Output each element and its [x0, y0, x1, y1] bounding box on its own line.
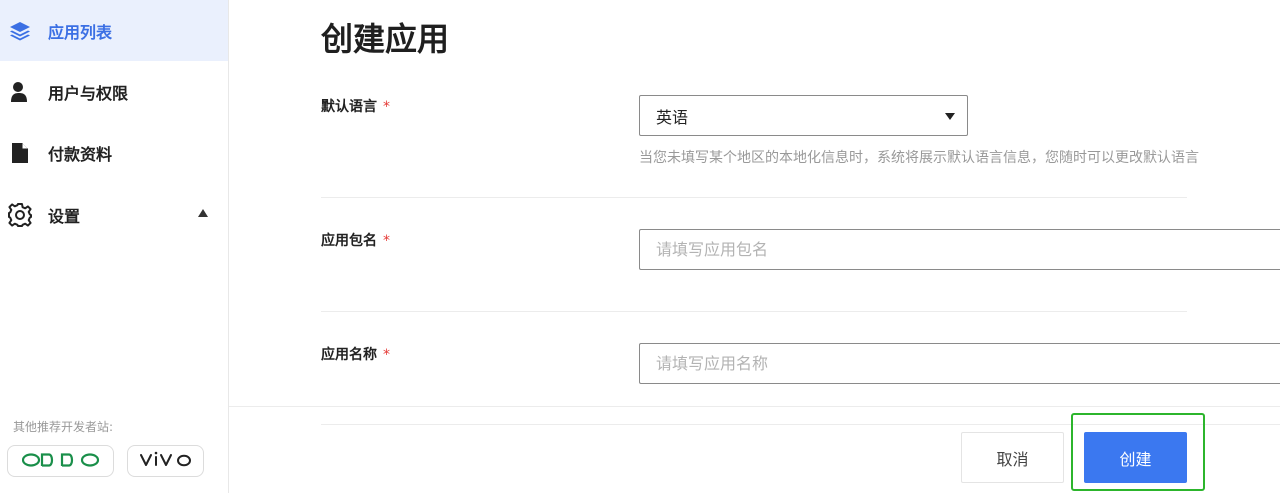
- sidebar-item-label: 付款资料: [48, 144, 113, 164]
- oppo-link-button[interactable]: [7, 445, 114, 477]
- default-language-label: 默认语言 *: [321, 99, 390, 115]
- sidebar-item-label: 用户与权限: [48, 83, 129, 103]
- sidebar-item-settings[interactable]: 设置: [0, 184, 228, 245]
- sidebar-item-label: 应用列表: [48, 22, 113, 42]
- sidebar-item-label: 设置: [48, 206, 81, 226]
- default-language-select[interactable]: 英语: [639, 95, 968, 136]
- sidebar-item-payment-info[interactable]: 付款资料: [0, 122, 228, 183]
- required-mark: *: [383, 233, 390, 249]
- sidebar-item-app-list[interactable]: 应用列表: [0, 0, 228, 61]
- default-language-hint: 当您未填写某个地区的本地化信息时，系统将展示默认语言信息，您随时可以更改默认语言: [639, 150, 1199, 166]
- package-name-label: 应用包名 *: [321, 233, 390, 249]
- create-button[interactable]: 创建: [1084, 432, 1187, 483]
- sidebar: 应用列表 用户与权限 付款资料 设置 其他推荐开发者站:: [0, 0, 229, 493]
- layers-icon: [8, 19, 32, 43]
- cancel-button[interactable]: 取消: [961, 432, 1064, 483]
- app-name-label: 应用名称 *: [321, 347, 390, 363]
- user-icon: [8, 80, 32, 104]
- caret-up-icon[interactable]: [198, 209, 208, 217]
- required-mark: *: [383, 99, 390, 115]
- app-name-input[interactable]: [639, 343, 1280, 384]
- oppo-logo: [21, 452, 100, 471]
- footer-divider: [229, 406, 1280, 407]
- divider: [321, 311, 1187, 312]
- selected-language: 英语: [656, 107, 689, 127]
- page-title: 创建应用: [321, 20, 450, 58]
- required-mark: *: [383, 347, 390, 363]
- vivo-link-button[interactable]: [127, 445, 204, 477]
- vivo-logo: [139, 451, 192, 471]
- document-icon: [8, 141, 32, 165]
- recommend-label: 其他推荐开发者站:: [13, 420, 114, 434]
- caret-down-icon: [945, 113, 955, 120]
- sidebar-item-users-permissions[interactable]: 用户与权限: [0, 61, 228, 122]
- package-name-input[interactable]: [639, 229, 1280, 270]
- divider: [321, 197, 1187, 198]
- gear-icon: [8, 202, 32, 227]
